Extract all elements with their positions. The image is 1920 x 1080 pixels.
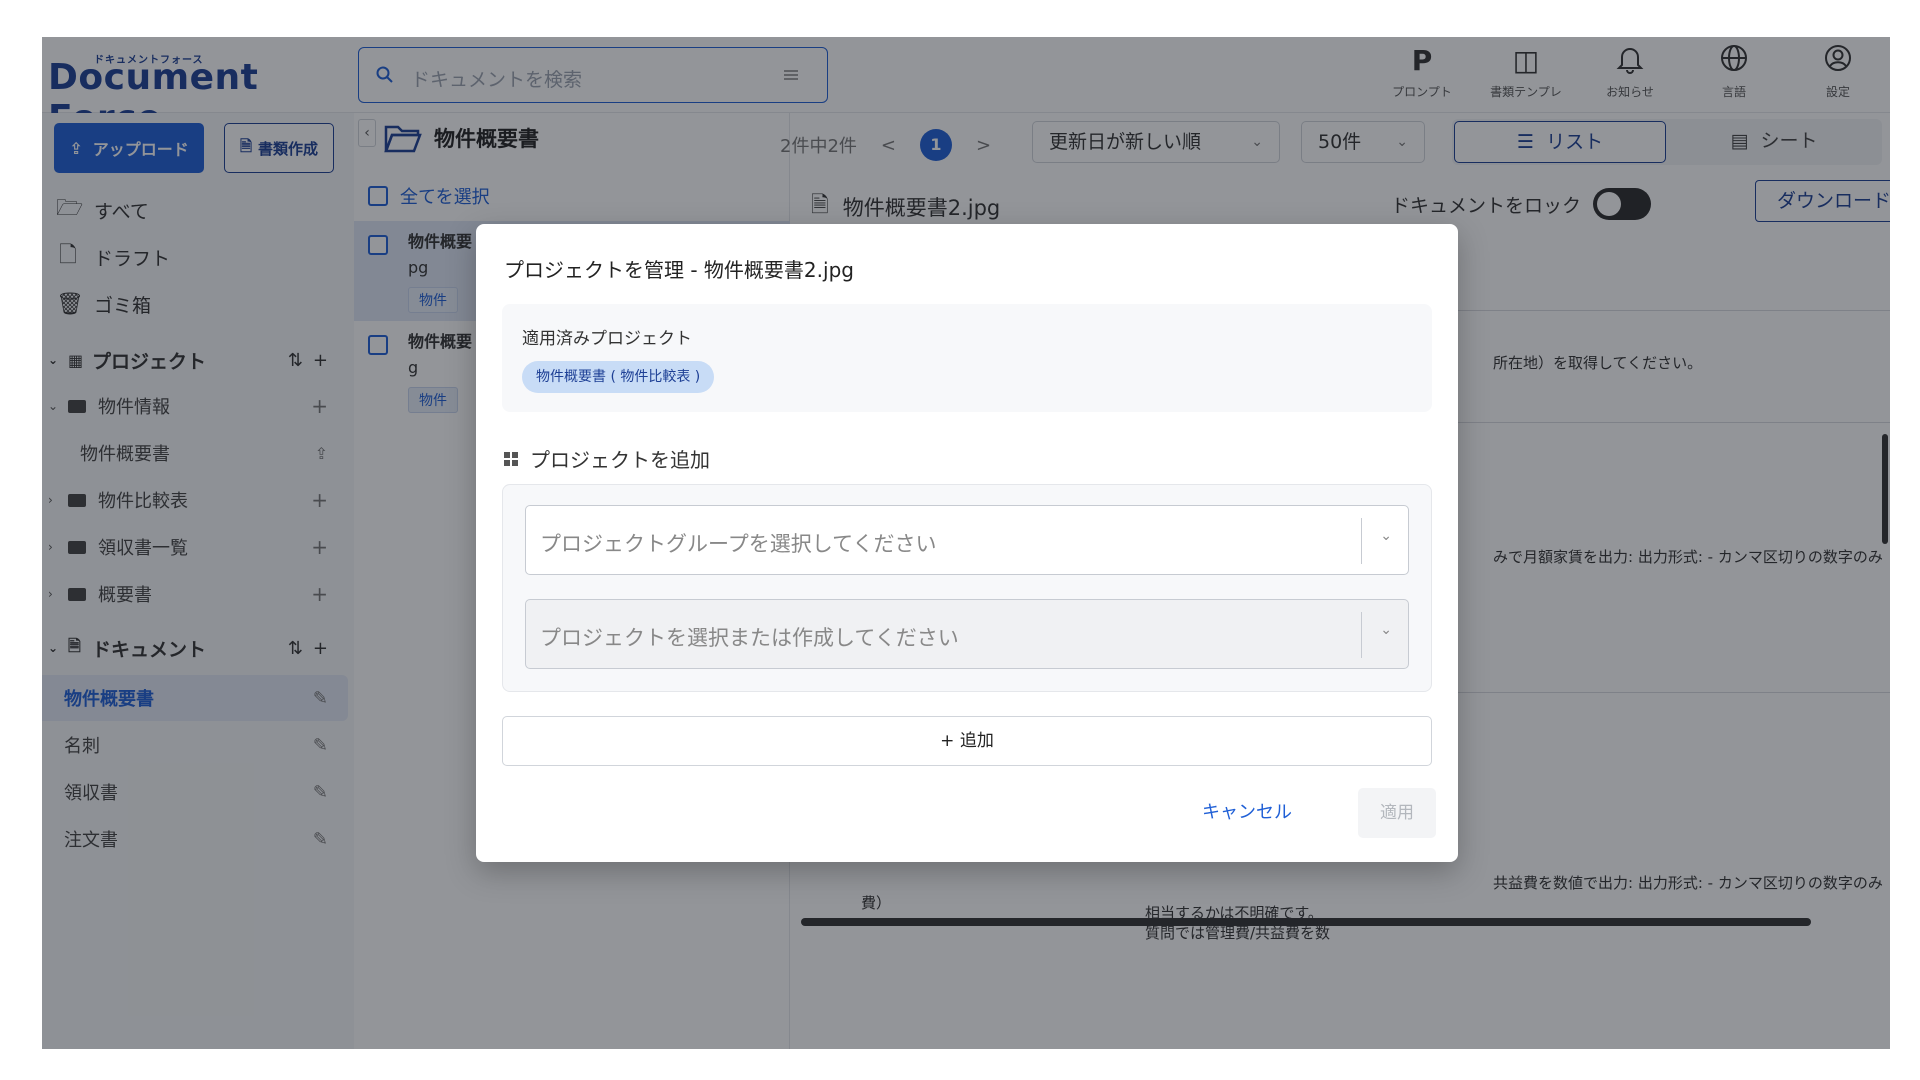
- app-window: ドキュメントフォース Document Force ドキュメントを検索 P プロ…: [42, 37, 1890, 1049]
- add-project-form: プロジェクトグループを選択してください ⌄ プロジェクトを選択または作成してくだ…: [502, 484, 1432, 692]
- add-button[interactable]: + 追加: [502, 716, 1432, 766]
- add-project-label: プロジェクトを追加: [530, 448, 710, 472]
- applied-projects-label: 適用済みプロジェクト: [522, 329, 692, 349]
- add-project-header: プロジェクトを追加: [504, 444, 710, 473]
- dialog-title: プロジェクトを管理 - 物件概要書2.jpg: [504, 258, 854, 282]
- cancel-button[interactable]: キャンセル: [1192, 788, 1302, 838]
- chevron-down-icon: ⌄: [1380, 528, 1392, 544]
- manage-projects-dialog: プロジェクトを管理 - 物件概要書2.jpg 適用済みプロジェクト 物件概要書 …: [476, 224, 1458, 862]
- project-group-placeholder: プロジェクトグループを選択してください: [540, 532, 937, 556]
- applied-projects-section: 適用済みプロジェクト 物件概要書 ( 物件比較表 ): [502, 304, 1432, 412]
- project-select[interactable]: プロジェクトを選択または作成してください ⌄: [525, 599, 1409, 669]
- grid-icon: [504, 451, 518, 466]
- select-divider: [1361, 612, 1362, 658]
- select-divider: [1361, 518, 1362, 564]
- project-group-select[interactable]: プロジェクトグループを選択してください ⌄: [525, 505, 1409, 575]
- chevron-down-icon: ⌄: [1380, 622, 1392, 638]
- apply-button[interactable]: 適用: [1358, 788, 1436, 838]
- applied-project-chip[interactable]: 物件概要書 ( 物件比較表 ): [522, 361, 715, 393]
- project-placeholder: プロジェクトを選択または作成してください: [540, 626, 959, 650]
